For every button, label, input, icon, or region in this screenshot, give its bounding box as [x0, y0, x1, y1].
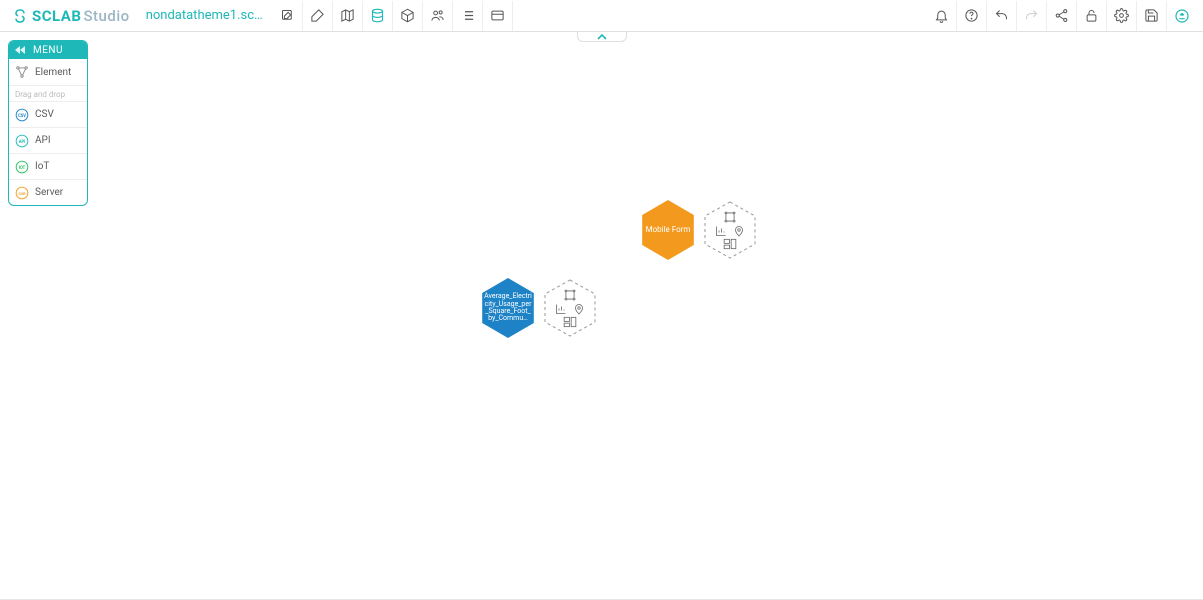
brand-logo-icon — [12, 8, 28, 24]
canvas-node-attach[interactable] — [700, 200, 760, 260]
canvas-node-label: Mobile Form — [638, 200, 698, 260]
cube-button[interactable] — [393, 1, 423, 31]
lock-button[interactable] — [1077, 1, 1107, 31]
location-icon[interactable] — [573, 303, 585, 315]
list-button[interactable] — [453, 1, 483, 31]
edit-canvas-button[interactable] — [273, 1, 303, 31]
canvas-node[interactable]: Mobile Form — [638, 200, 698, 260]
share-button[interactable] — [1047, 1, 1077, 31]
users-button[interactable] — [423, 1, 453, 31]
layout-icon[interactable] — [723, 238, 737, 250]
undo-button[interactable] — [987, 1, 1017, 31]
notifications-button[interactable] — [927, 1, 957, 31]
chart-icon[interactable] — [715, 225, 727, 237]
brand-name: SCLAB — [32, 7, 81, 25]
canvas-node-attach[interactable] — [540, 278, 600, 338]
location-icon[interactable] — [733, 225, 745, 237]
place-icon[interactable] — [563, 288, 577, 302]
edit-note-button[interactable] — [303, 1, 333, 31]
map-button[interactable] — [333, 1, 363, 31]
chart-icon[interactable] — [555, 303, 567, 315]
redo-button[interactable] — [1017, 1, 1047, 31]
project-name[interactable]: nondatatheme1.sc… — [136, 8, 273, 23]
publish-button[interactable] — [1167, 1, 1197, 31]
canvas[interactable]: Mobile Form Average_Electricity_Usage_pe… — [0, 32, 1203, 600]
top-toolbar: SCLAB Studio nondatatheme1.sc… — [0, 0, 1203, 32]
save-button[interactable] — [1137, 1, 1167, 31]
canvas-node[interactable]: Average_Electricity_Usage_per_Square_Foo… — [478, 278, 538, 338]
layout-icon[interactable] — [563, 316, 577, 328]
place-icon[interactable] — [723, 210, 737, 224]
help-button[interactable] — [957, 1, 987, 31]
brand: SCLAB Studio — [6, 7, 136, 25]
settings-button[interactable] — [1107, 1, 1137, 31]
brand-suffix: Studio — [83, 7, 129, 25]
data-button[interactable] — [363, 1, 393, 31]
card-button[interactable] — [483, 1, 513, 31]
canvas-node-label: Average_Electricity_Usage_per_Square_Foo… — [478, 278, 538, 338]
